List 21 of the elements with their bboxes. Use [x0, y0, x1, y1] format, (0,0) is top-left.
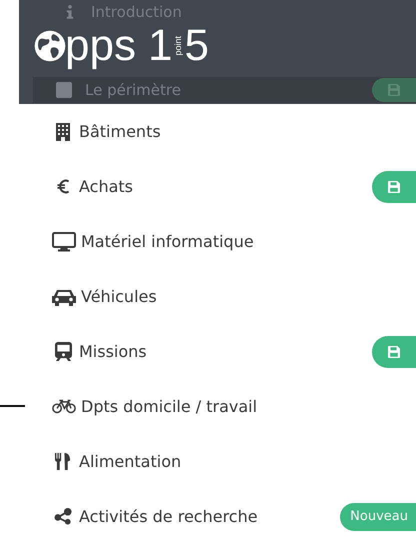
monitor-icon — [52, 232, 76, 252]
menu-item[interactable]: Activités de recherche Nouveau — [0, 489, 416, 544]
bicycle-icon — [52, 399, 76, 414]
menu-item[interactable]: Véhicules — [0, 269, 416, 324]
new-badge: Nouveau — [340, 502, 416, 530]
car-icon — [52, 288, 76, 306]
save-badge[interactable] — [372, 336, 416, 368]
save-badge[interactable] — [372, 170, 416, 202]
share-icon — [52, 508, 74, 525]
menu-item[interactable]: Matériel informatique — [0, 214, 416, 269]
menu-item[interactable]: Achats — [0, 159, 416, 214]
save-badge[interactable] — [372, 78, 416, 102]
app-logo: pps 1 point 5 — [33, 24, 209, 68]
menu-item[interactable]: Alimentation — [0, 434, 416, 489]
menu-item[interactable]: Dpts domicile / travail — [0, 379, 416, 434]
globe-icon — [33, 29, 67, 63]
train-icon — [52, 342, 74, 361]
square-icon — [53, 82, 75, 98]
menu-item[interactable]: Missions — [0, 324, 416, 379]
menu-item[interactable]: Bâtiments — [0, 104, 416, 159]
leader-line — [0, 405, 25, 407]
